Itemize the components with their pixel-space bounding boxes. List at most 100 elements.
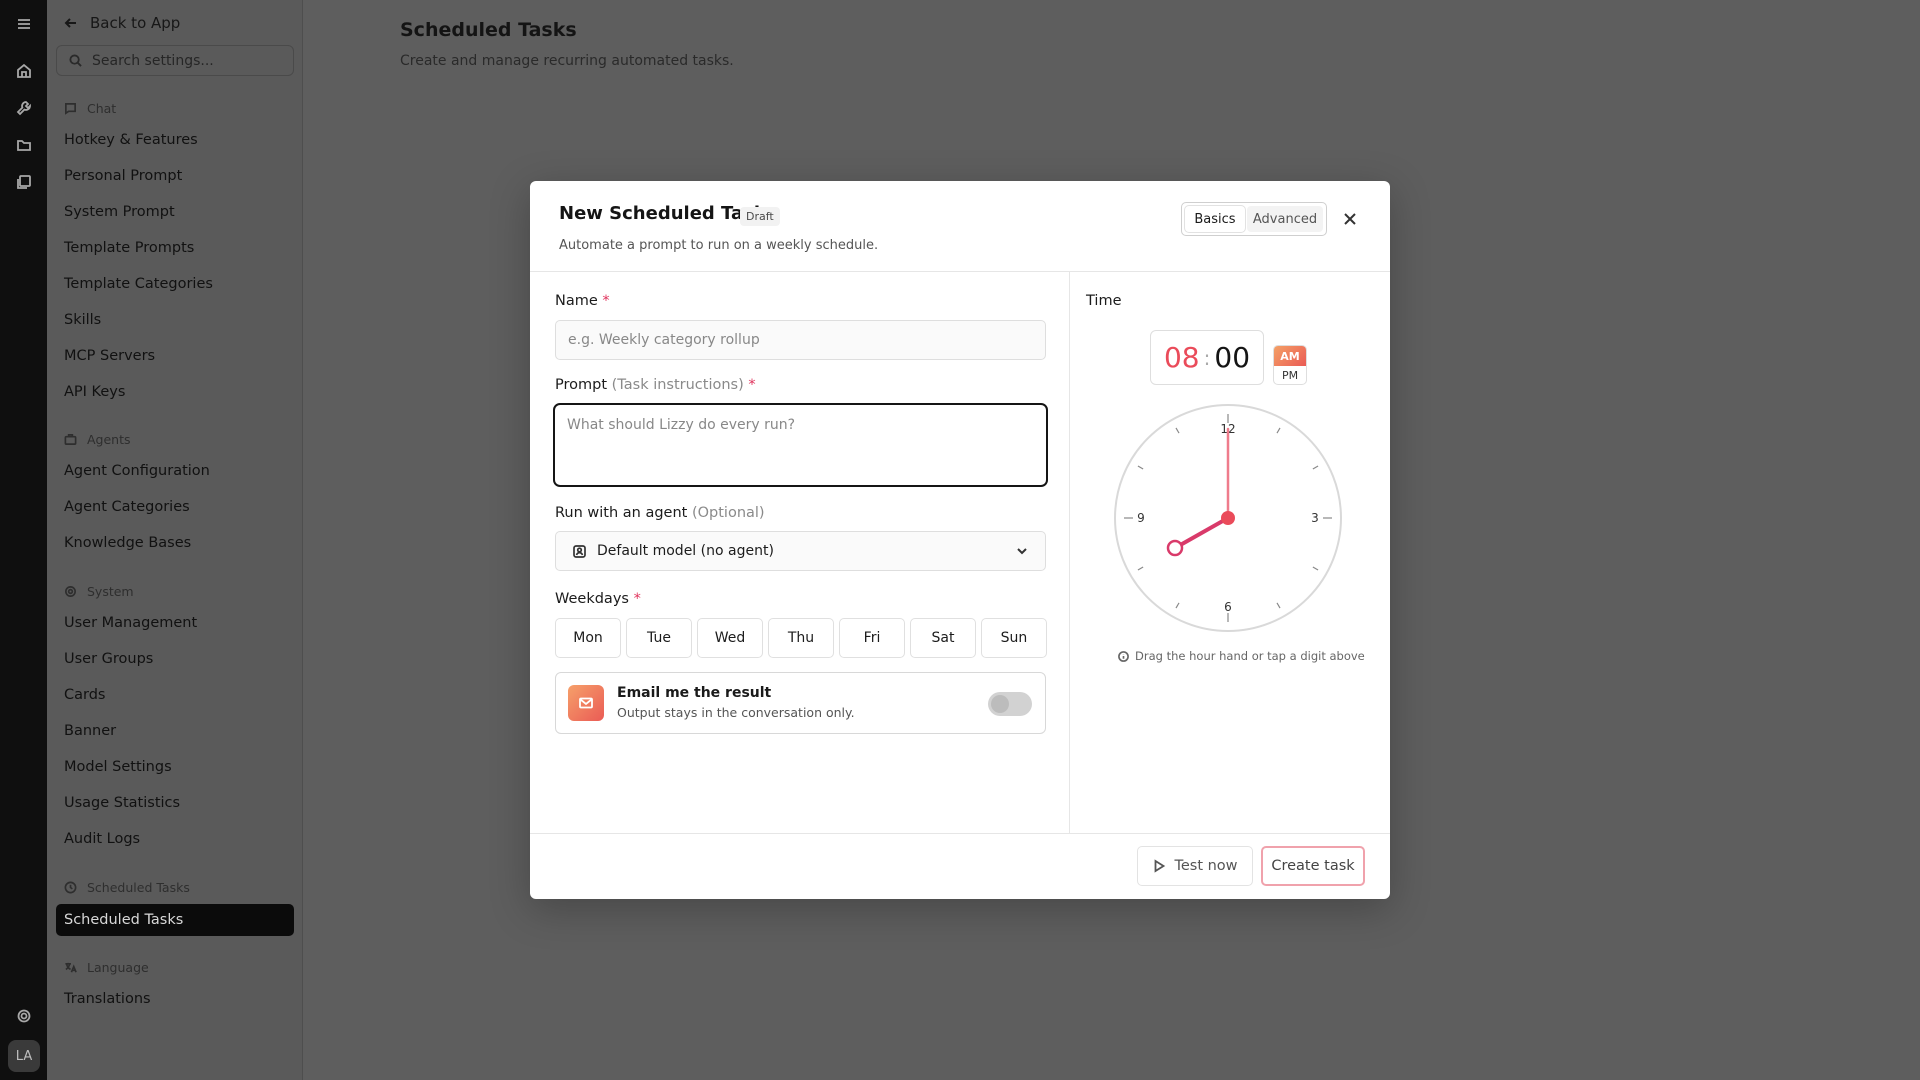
clock-number-6: 6: [1224, 600, 1232, 614]
email-title: Email me the result: [617, 685, 772, 701]
briefcase-icon: [64, 433, 77, 445]
avatar[interactable]: LA: [8, 1040, 40, 1072]
sidebar-item-template-categories[interactable]: Template Categories: [64, 274, 213, 294]
translate-icon: [65, 962, 77, 972]
email-result-card: Email me the result Output stays in the …: [555, 672, 1046, 734]
sidebar-item-banner[interactable]: Banner: [64, 721, 116, 741]
agent-select-value: Default model (no agent): [597, 543, 774, 559]
weekday-fri[interactable]: Fri: [839, 618, 905, 658]
sidebar-item-knowledge-bases[interactable]: Knowledge Bases: [64, 533, 191, 553]
sidebar-item-model-settings[interactable]: Model Settings: [64, 757, 172, 777]
hour-digits[interactable]: 08: [1164, 341, 1200, 374]
bot-icon: [573, 544, 586, 558]
sidebar-item-agent-categories[interactable]: Agent Categories: [64, 497, 190, 517]
arrow-left-icon: [64, 18, 76, 28]
sidebar-item-agent-configuration[interactable]: Agent Configuration: [64, 461, 210, 481]
hour-hand-knob[interactable]: [1166, 539, 1184, 557]
section-system: System: [64, 583, 134, 599]
section-language: Language: [64, 959, 149, 975]
clock-icon: [64, 881, 77, 893]
weekday-mon[interactable]: Mon: [555, 618, 621, 658]
sidebar-item-api-keys[interactable]: API Keys: [64, 382, 125, 402]
time-display: 08 : 00: [1150, 330, 1264, 385]
folder-icon[interactable]: [13, 134, 35, 156]
sidebar-item-template-prompts[interactable]: Template Prompts: [64, 238, 194, 258]
play-icon: [1155, 859, 1166, 873]
create-task-button[interactable]: Create task: [1261, 846, 1365, 886]
minute-digits[interactable]: 00: [1214, 341, 1250, 374]
sidebar-item-mcp-servers[interactable]: MCP Servers: [64, 346, 155, 366]
time-hint: Drag the hour hand or tap a digit above: [1118, 649, 1365, 663]
sidebar-item-usage-statistics[interactable]: Usage Statistics: [64, 793, 180, 813]
prompt-label: Prompt (Task instructions) *: [555, 377, 756, 393]
weekday-sun[interactable]: Sun: [981, 618, 1047, 658]
name-label: Name *: [555, 293, 610, 309]
tab-basics[interactable]: Basics: [1185, 206, 1245, 232]
sidebar-item-personal-prompt[interactable]: Personal Prompt: [64, 166, 182, 186]
sidebar-item-scheduled-tasks[interactable]: Scheduled Tasks: [56, 904, 294, 936]
chevron-down-icon: [1017, 548, 1027, 555]
clock-center: [1221, 511, 1235, 525]
agent-label: Run with an agent (Optional): [555, 505, 765, 521]
weekday-picker: Mon Tue Wed Thu Fri Sat Sun: [555, 618, 1047, 658]
name-input[interactable]: [555, 320, 1046, 360]
agent-select[interactable]: Default model (no agent): [555, 531, 1046, 571]
weekday-wed[interactable]: Wed: [697, 618, 763, 658]
toggle-knob: [991, 695, 1009, 713]
close-button[interactable]: [1339, 208, 1361, 230]
search-icon: [69, 54, 82, 67]
sidebar-item-user-management[interactable]: User Management: [64, 613, 197, 633]
modal-subtitle: Automate a prompt to run on a weekly sch…: [559, 238, 879, 253]
clock-number-9: 9: [1137, 511, 1145, 525]
info-icon: [1118, 650, 1129, 662]
sidebar-item-audit-logs[interactable]: Audit Logs: [64, 829, 140, 849]
wrench-icon[interactable]: [13, 97, 35, 119]
sidebar-item-system-prompt[interactable]: System Prompt: [64, 202, 175, 222]
back-label: Back to App: [90, 14, 181, 32]
modal-title: New Scheduled Task: [559, 203, 766, 224]
home-icon[interactable]: [13, 60, 35, 82]
section-scheduled-tasks: Scheduled Tasks: [64, 879, 190, 895]
time-separator: :: [1203, 345, 1211, 370]
tab-advanced[interactable]: Advanced: [1247, 206, 1323, 232]
clock-number-3: 3: [1311, 511, 1319, 525]
settings-search[interactable]: [56, 45, 294, 76]
gear-icon: [65, 585, 76, 597]
sidebar-item-cards[interactable]: Cards: [64, 685, 105, 705]
section-chat: Chat: [64, 100, 116, 116]
panel-divider: [1069, 272, 1070, 833]
section-agents: Agents: [64, 431, 131, 447]
settings-sidebar: Back to App Chat Hotkey & Features Perso…: [47, 0, 303, 1080]
app-rail: LA: [0, 0, 47, 1080]
weekday-thu[interactable]: Thu: [768, 618, 834, 658]
gallery-icon[interactable]: [13, 171, 35, 193]
header-divider: [530, 271, 1390, 272]
back-to-app-link[interactable]: Back to App: [64, 13, 180, 33]
sidebar-item-hotkey-features[interactable]: Hotkey & Features: [64, 130, 198, 150]
sidebar-item-user-groups[interactable]: User Groups: [64, 649, 153, 669]
weekdays-label: Weekdays *: [555, 591, 641, 607]
weekday-sat[interactable]: Sat: [910, 618, 976, 658]
new-task-modal: New Scheduled Task Draft Automate a prom…: [530, 181, 1390, 899]
draft-badge: Draft: [740, 207, 780, 226]
am-option[interactable]: AM: [1274, 346, 1306, 366]
menu-icon[interactable]: [13, 13, 35, 35]
test-now-button[interactable]: Test now: [1137, 846, 1253, 886]
sidebar-item-translations[interactable]: Translations: [64, 989, 151, 1009]
mode-toggle: Basics Advanced: [1181, 202, 1327, 236]
mail-icon: [568, 685, 604, 721]
page-title: Scheduled Tasks: [400, 19, 577, 41]
chat-icon: [65, 102, 76, 115]
close-icon: [1344, 213, 1356, 225]
email-subtitle: Output stays in the conversation only.: [617, 705, 855, 720]
email-toggle[interactable]: [988, 692, 1032, 716]
prompt-input[interactable]: [553, 403, 1048, 487]
weekday-tue[interactable]: Tue: [626, 618, 692, 658]
pm-option[interactable]: PM: [1274, 366, 1306, 384]
search-input[interactable]: [92, 52, 272, 69]
settings-icon[interactable]: [13, 1005, 35, 1027]
time-label: Time: [1086, 293, 1122, 309]
am-pm-toggle: AM PM: [1273, 345, 1307, 385]
clock-dial[interactable]: 12 3 6 9: [1113, 403, 1343, 633]
sidebar-item-skills[interactable]: Skills: [64, 310, 101, 330]
